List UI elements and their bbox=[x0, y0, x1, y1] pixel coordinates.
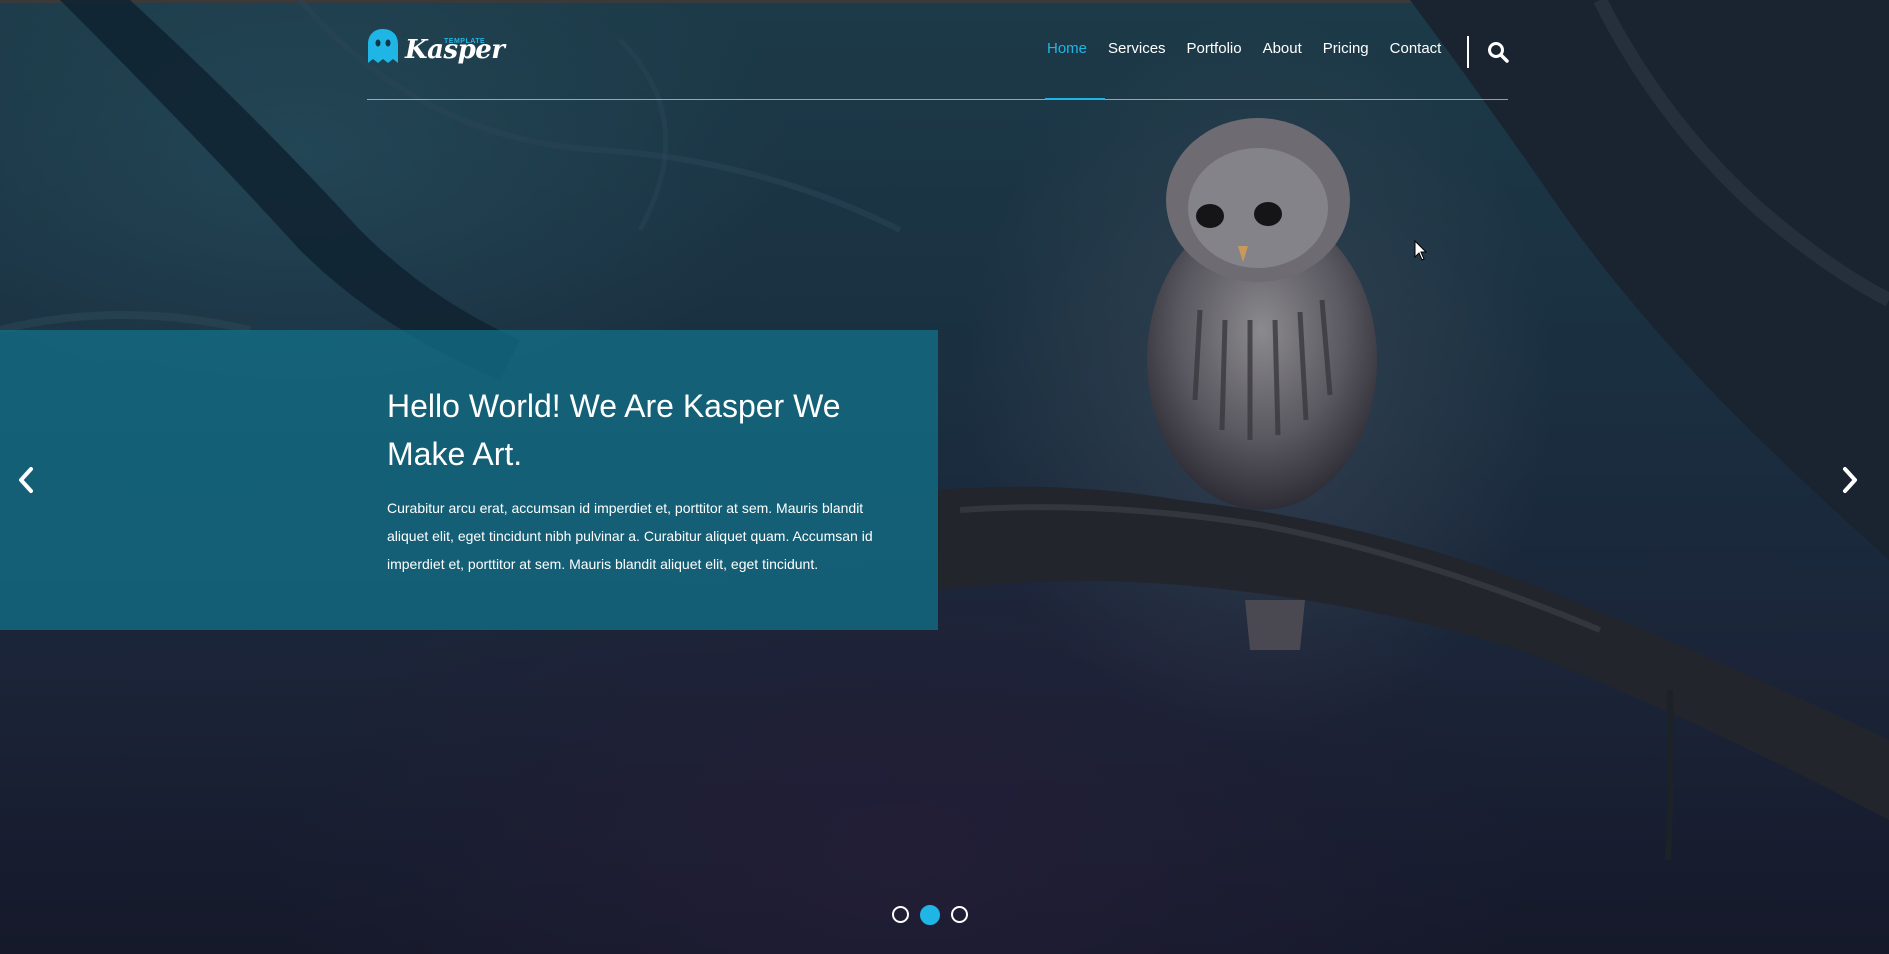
hero-section: Kasper TEMPLATE Home Services Portfolio … bbox=[0, 0, 1889, 954]
nav-item-pricing[interactable]: Pricing bbox=[1323, 40, 1369, 57]
chevron-left-icon[interactable] bbox=[14, 463, 38, 497]
nav-divider bbox=[1467, 36, 1469, 68]
slide-indicator-3[interactable] bbox=[951, 906, 968, 923]
logo-tagline: TEMPLATE bbox=[444, 38, 486, 45]
header-divider bbox=[367, 99, 1508, 100]
mouse-cursor-icon bbox=[1414, 240, 1428, 261]
nav-item-home[interactable]: Home bbox=[1047, 40, 1087, 57]
main-nav: Home Services Portfolio About Pricing Co… bbox=[1047, 40, 1462, 57]
slide-indicator-2[interactable] bbox=[920, 905, 940, 925]
nav-item-services[interactable]: Services bbox=[1108, 40, 1166, 57]
nav-item-portfolio[interactable]: Portfolio bbox=[1187, 40, 1242, 57]
nav-item-about[interactable]: About bbox=[1263, 40, 1302, 57]
active-nav-indicator bbox=[1045, 98, 1105, 100]
slide-indicator-1[interactable] bbox=[892, 906, 909, 923]
slider-indicators bbox=[892, 905, 968, 925]
chevron-right-icon[interactable] bbox=[1838, 463, 1862, 497]
slide-text: Curabitur arcu erat, accumsan id imperdi… bbox=[387, 500, 873, 572]
slide-heading: Hello World! We Are Kasper We Make Art. bbox=[387, 388, 841, 472]
ghost-icon bbox=[368, 29, 398, 63]
logo[interactable]: Kasper bbox=[367, 28, 505, 65]
search-icon[interactable] bbox=[1487, 41, 1509, 63]
nav-item-contact[interactable]: Contact bbox=[1390, 40, 1442, 57]
slide-caption: Hello World! We Are Kasper We Make Art. … bbox=[0, 330, 938, 630]
